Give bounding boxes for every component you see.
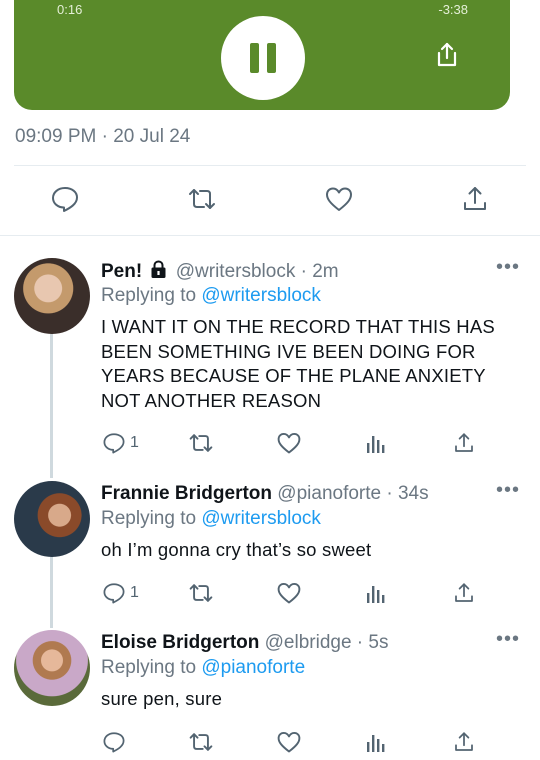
tweet-text: sure pen, sure bbox=[101, 688, 223, 709]
audio-remaining-time: -3:38 bbox=[438, 2, 468, 17]
replying-to: Replying to @writersblock bbox=[101, 508, 321, 530]
display-name[interactable]: Eloise Bridgerton bbox=[101, 632, 259, 653]
reply-button[interactable] bbox=[102, 729, 130, 755]
share-icon[interactable] bbox=[452, 580, 476, 606]
share-audio-icon[interactable] bbox=[432, 40, 462, 70]
handle-and-time: @elbridge · 5s bbox=[264, 632, 389, 653]
tweet-action-bar: 1 bbox=[0, 580, 540, 608]
retweet-icon[interactable] bbox=[188, 430, 214, 456]
share-icon[interactable] bbox=[452, 430, 476, 456]
tweet-action-bar bbox=[0, 184, 540, 218]
reply-icon bbox=[102, 581, 126, 605]
more-options-icon[interactable]: ••• bbox=[496, 256, 520, 279]
pause-icon bbox=[250, 43, 259, 73]
mention-link[interactable]: @pianoforte bbox=[201, 657, 305, 678]
reply-count: 1 bbox=[130, 434, 139, 451]
analytics-icon[interactable] bbox=[365, 729, 387, 755]
avatar[interactable] bbox=[14, 630, 90, 706]
pause-button[interactable] bbox=[221, 16, 305, 100]
like-icon[interactable] bbox=[276, 580, 302, 606]
handle-and-time: @writersblock · 2m bbox=[175, 261, 339, 282]
audio-elapsed-time: 0:16 bbox=[57, 2, 83, 17]
avatar[interactable] bbox=[14, 258, 90, 334]
tweet-text: I WANT IT ON THE RECORD THAT THIS HAS BE… bbox=[101, 316, 495, 411]
lock-icon bbox=[150, 260, 167, 279]
display-name[interactable]: Frannie Bridgerton bbox=[101, 483, 272, 504]
tweet-header: Pen! @writersblock · 2m bbox=[101, 260, 339, 283]
tweet-action-bar: 1 bbox=[0, 430, 540, 458]
retweet-icon[interactable] bbox=[187, 184, 217, 214]
audio-player-card[interactable]: 0:16 -3:38 bbox=[14, 0, 510, 110]
replying-to: Replying to @pianoforte bbox=[101, 657, 305, 679]
like-icon[interactable] bbox=[324, 184, 354, 214]
retweet-icon[interactable] bbox=[188, 729, 214, 755]
divider bbox=[14, 165, 526, 166]
replying-to-label: Replying to bbox=[101, 657, 202, 678]
tweet-timestamp: 09:09 PM · 20 Jul 24 bbox=[15, 126, 191, 147]
display-name[interactable]: Pen! bbox=[101, 261, 142, 282]
reply-icon bbox=[102, 730, 126, 754]
more-options-icon[interactable]: ••• bbox=[496, 479, 520, 502]
share-icon[interactable] bbox=[460, 184, 490, 214]
reply-count: 1 bbox=[130, 584, 139, 601]
mention-link[interactable]: @writersblock bbox=[201, 508, 321, 529]
more-options-icon[interactable]: ••• bbox=[496, 628, 520, 651]
tweet-header: Eloise Bridgerton @elbridge · 5s bbox=[101, 632, 388, 654]
pause-icon-bar bbox=[267, 43, 276, 73]
retweet-icon[interactable] bbox=[188, 580, 214, 606]
like-icon[interactable] bbox=[276, 430, 302, 456]
like-icon[interactable] bbox=[276, 729, 302, 755]
replying-to: Replying to @writersblock bbox=[101, 285, 321, 307]
handle-and-time: @pianoforte · 34s bbox=[277, 483, 429, 504]
divider bbox=[0, 235, 540, 236]
replying-to-label: Replying to bbox=[101, 285, 202, 306]
avatar[interactable] bbox=[14, 481, 90, 557]
reply-icon[interactable] bbox=[50, 184, 80, 214]
analytics-icon[interactable] bbox=[365, 430, 387, 456]
replying-to-label: Replying to bbox=[101, 508, 202, 529]
reply-icon bbox=[102, 431, 126, 455]
tweet-action-bar bbox=[0, 729, 540, 757]
reply-button[interactable]: 1 bbox=[102, 580, 139, 606]
analytics-icon[interactable] bbox=[365, 580, 387, 606]
tweet-text: oh I’m gonna cry that’s so sweet bbox=[101, 539, 372, 560]
mention-link[interactable]: @writersblock bbox=[201, 285, 321, 306]
share-icon[interactable] bbox=[452, 729, 476, 755]
tweet-header: Frannie Bridgerton @pianoforte · 34s bbox=[101, 483, 429, 505]
reply-button[interactable]: 1 bbox=[102, 430, 139, 456]
